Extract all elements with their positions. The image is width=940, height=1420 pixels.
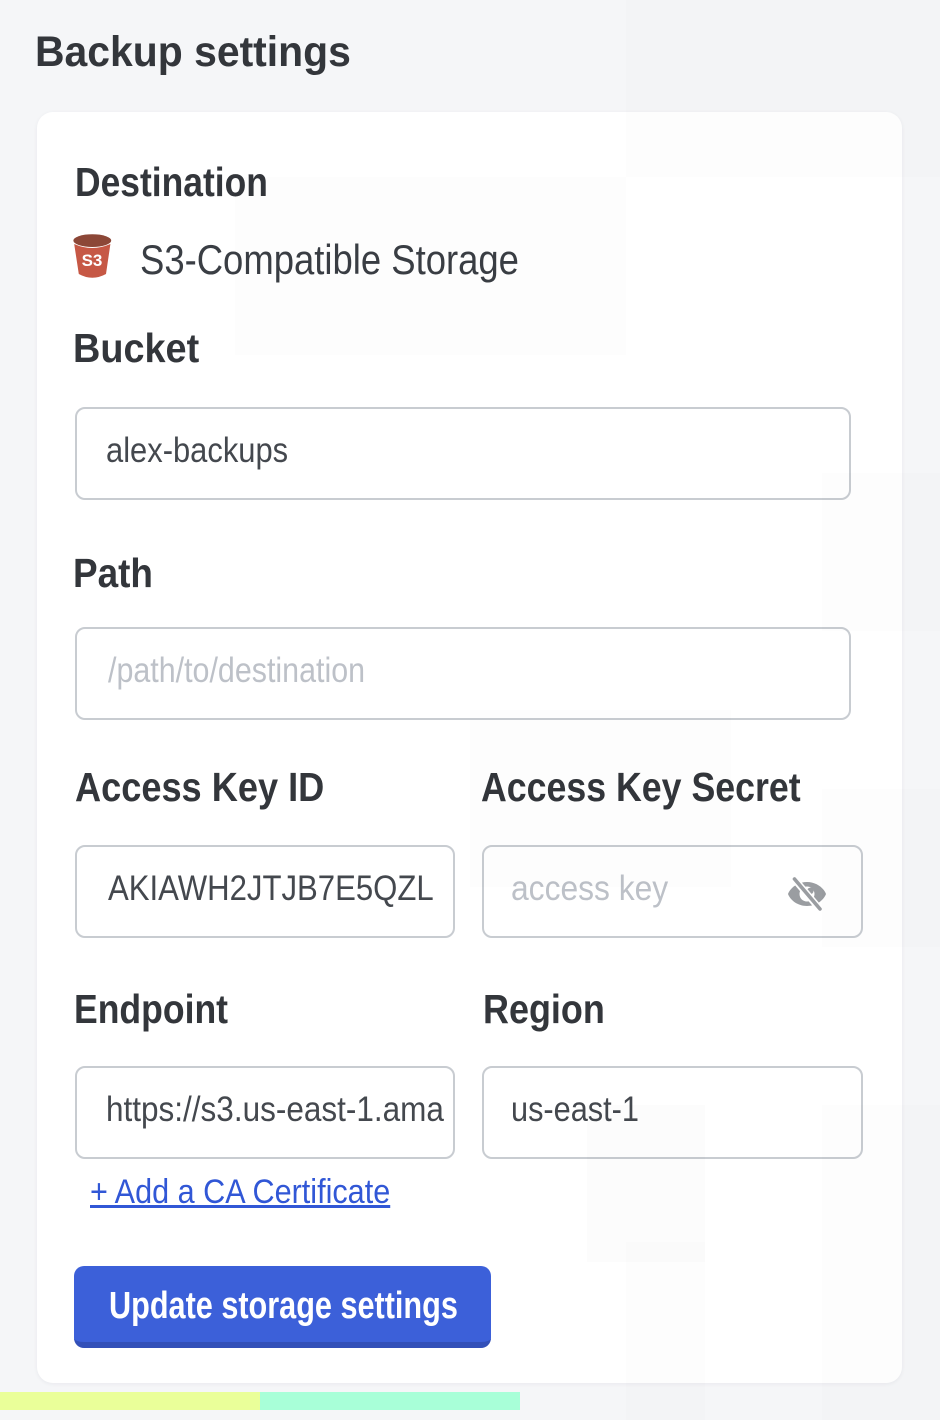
svg-text:S3: S3: [82, 251, 103, 270]
